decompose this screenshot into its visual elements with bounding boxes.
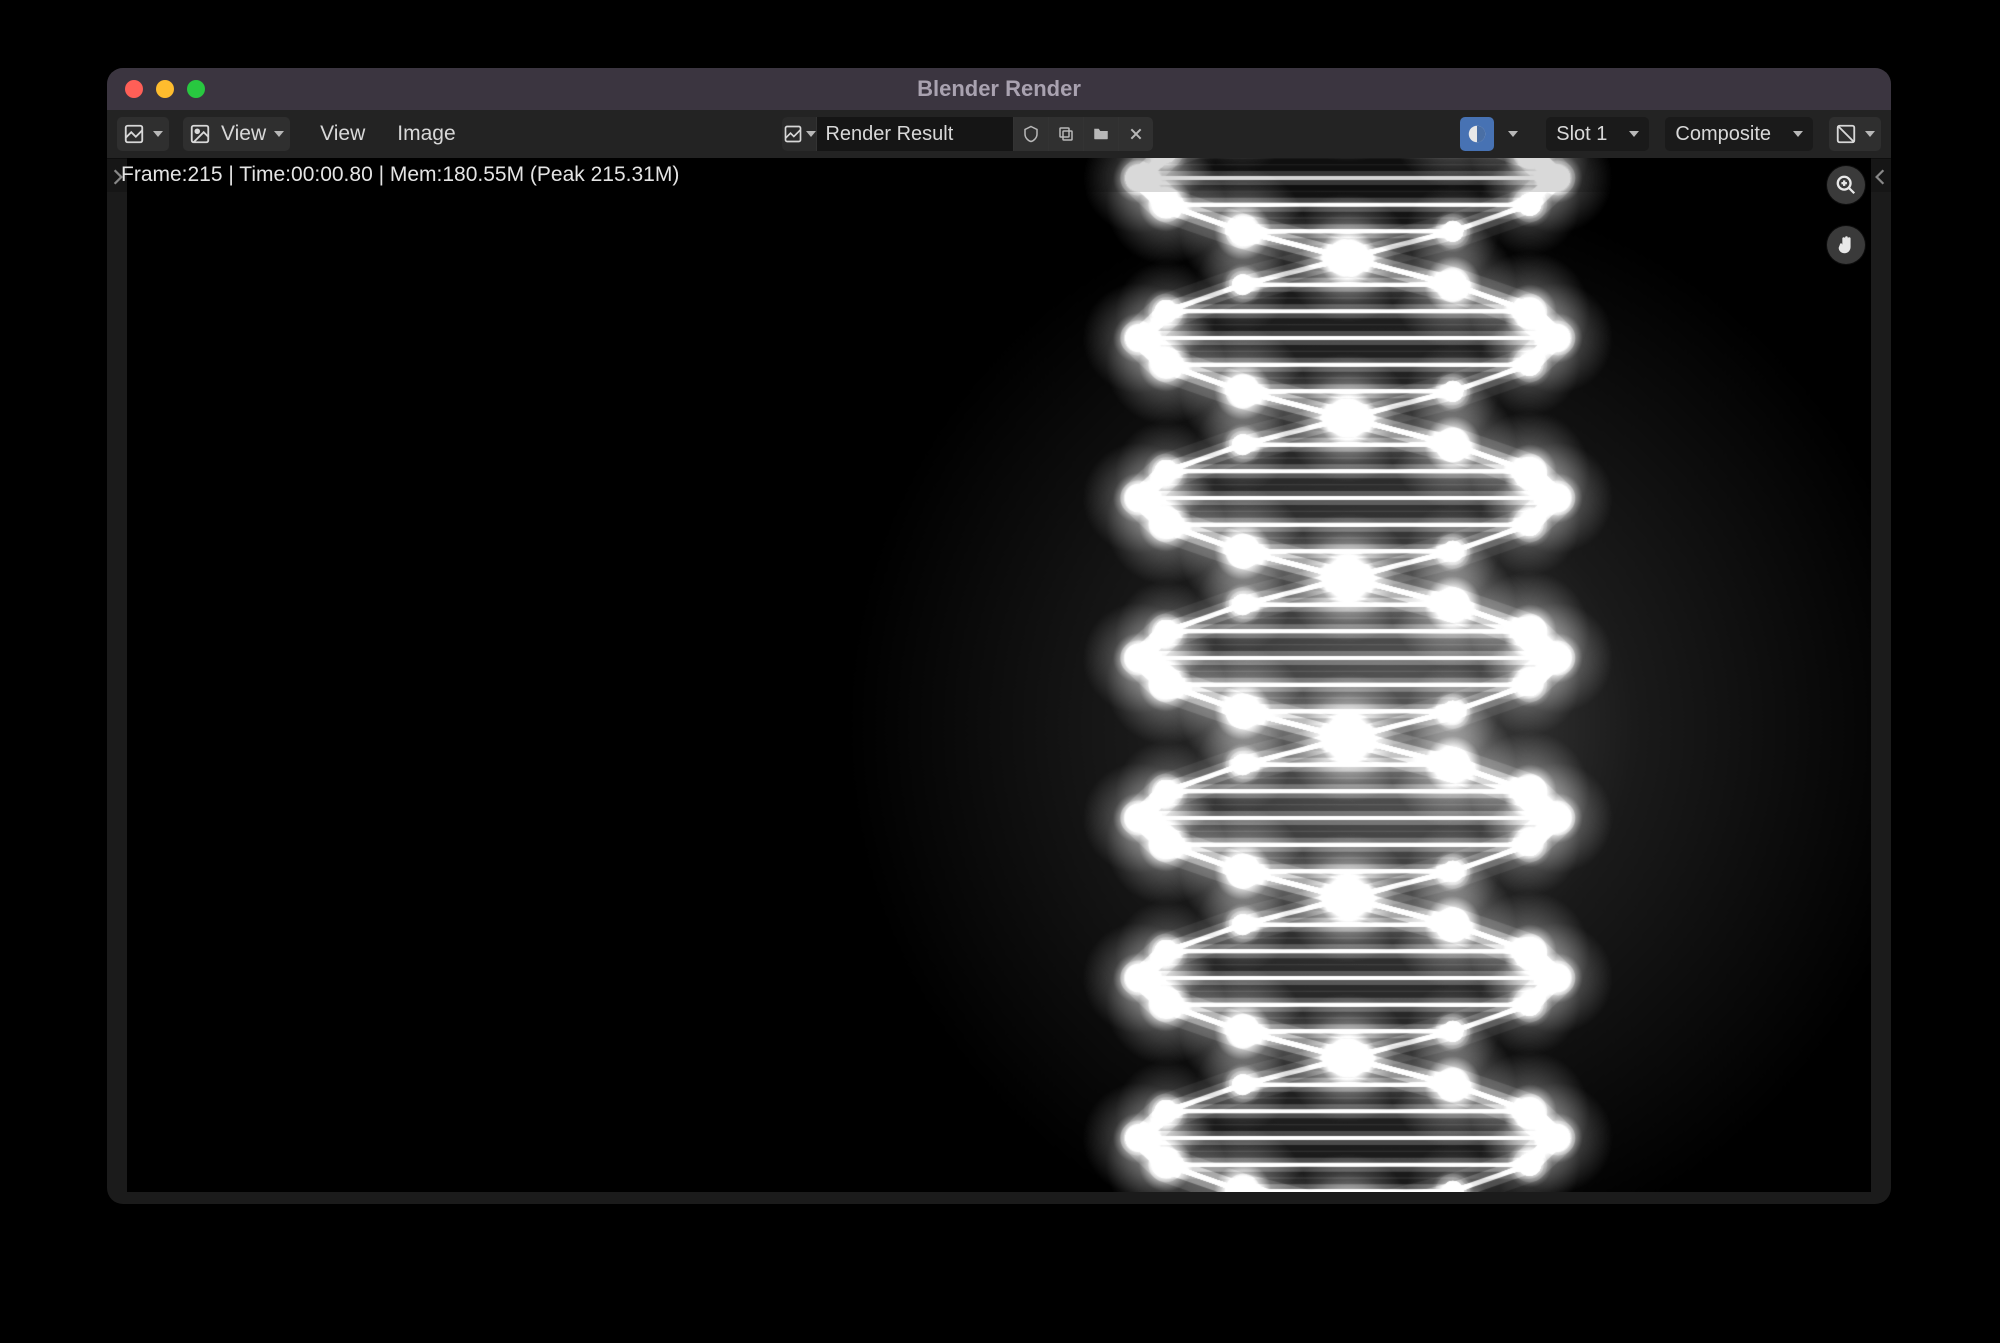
color-management-button[interactable] (1460, 117, 1494, 151)
image-editor-toolbar: View View Image Render Result (107, 110, 1891, 159)
open-image-button[interactable] (1083, 117, 1118, 151)
shield-icon (1020, 123, 1042, 145)
folder-icon (1090, 123, 1112, 145)
duplicate-image-button[interactable] (1048, 117, 1083, 151)
image-mode-dropdown[interactable]: View (183, 117, 290, 151)
color-management-dropdown[interactable] (1498, 117, 1524, 151)
expand-right-panel-button[interactable] (1873, 168, 1887, 186)
traffic-lights (125, 80, 205, 98)
hand-icon (1835, 234, 1857, 256)
render-slot-dropdown[interactable]: Slot 1 (1546, 117, 1649, 151)
image-mode-icon (189, 123, 211, 145)
duplicate-icon (1055, 123, 1077, 145)
render-status-text: Frame:215 | Time:00:00.80 | Mem:180.55M … (121, 163, 679, 187)
chevron-down-icon (806, 131, 816, 137)
image-icon (782, 123, 803, 145)
chevron-down-icon (274, 131, 284, 137)
zoom-gizmo[interactable] (1827, 166, 1865, 204)
render-viewport[interactable] (127, 158, 1871, 1192)
maximize-window-button[interactable] (187, 80, 205, 98)
pass-label: Composite (1675, 123, 1771, 146)
zoom-icon (1835, 174, 1857, 196)
display-channels-icon (1835, 123, 1857, 145)
chevron-down-icon (1793, 131, 1803, 137)
render-window: Blender Render View (107, 68, 1891, 1204)
close-icon (1125, 123, 1147, 145)
render-status-bar: Frame:215 | Time:00:00.80 | Mem:180.55M … (107, 158, 1891, 192)
rendered-image (127, 158, 1871, 1192)
chevron-down-icon (1629, 131, 1639, 137)
chevron-down-icon (1508, 131, 1518, 137)
chevron-down-icon (1865, 131, 1875, 137)
viewport-nav-gizmos (1827, 166, 1865, 264)
menu-image[interactable]: Image (385, 122, 467, 146)
image-editor-icon (123, 123, 145, 145)
render-pass-dropdown[interactable]: Composite (1665, 117, 1813, 151)
menu-item-label: View (320, 122, 365, 145)
editor-type-dropdown[interactable] (117, 117, 169, 151)
chevron-down-icon (153, 131, 163, 137)
fake-user-toggle[interactable] (1013, 117, 1048, 151)
unlink-image-button[interactable] (1118, 117, 1153, 151)
expand-left-panel-button[interactable] (111, 168, 125, 186)
image-datablock-selector: Render Result (782, 117, 1153, 151)
close-window-button[interactable] (125, 80, 143, 98)
minimize-window-button[interactable] (156, 80, 174, 98)
window-title: Blender Render (107, 76, 1891, 102)
titlebar: Blender Render (107, 68, 1891, 110)
menu-item-label: Image (397, 122, 455, 145)
color-sphere-icon (1466, 123, 1488, 145)
pan-gizmo[interactable] (1827, 226, 1865, 264)
menu-view[interactable]: View (308, 122, 377, 146)
image-name-text: Render Result (825, 123, 953, 146)
menu-item-label: View (221, 122, 266, 146)
display-channels-dropdown[interactable] (1829, 117, 1881, 151)
image-name-field[interactable]: Render Result (816, 117, 1013, 151)
slot-label: Slot 1 (1556, 123, 1607, 146)
browse-image-button[interactable] (782, 117, 816, 151)
